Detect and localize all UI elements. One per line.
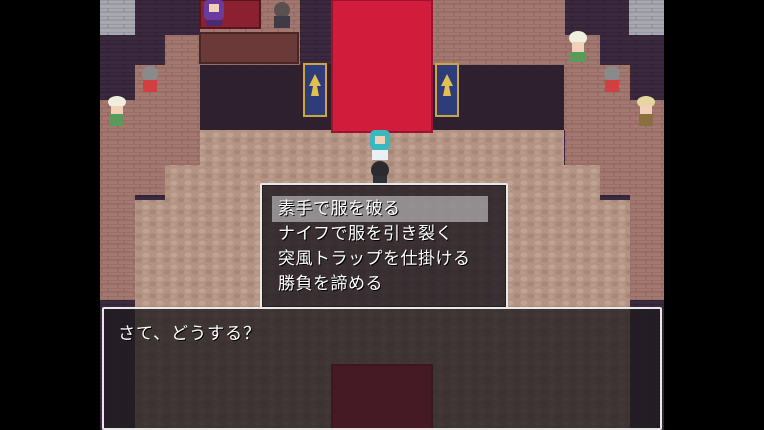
choice-rip-clothes-knife[interactable]: ナイフで服を引き裂く <box>272 221 453 247</box>
red-carpet <box>331 0 433 133</box>
npc-gray-haired-villager <box>142 66 158 92</box>
gray-stone-right <box>629 0 664 35</box>
throne-table <box>199 32 299 64</box>
npc-purple-haired-girl <box>204 0 224 26</box>
choice-tear-clothes-barehanded[interactable]: 素手で服を破る <box>272 196 488 222</box>
npc-gray-haired-villager <box>604 66 620 92</box>
gray-stone-left <box>100 0 135 35</box>
game-screen: 素手で服を破る ナイフで服を引き裂く 突風トラップを仕掛ける 勝負を諦める さて… <box>100 0 664 430</box>
npc-teal-haired-girl <box>370 130 390 160</box>
banner-left <box>303 63 327 117</box>
npc-dark-haired-guard <box>274 2 290 28</box>
message-window[interactable]: さて、どうする？ <box>102 307 662 430</box>
banner-right <box>435 63 459 117</box>
choice-menu: 素手で服を破る ナイフで服を引き裂く 突風トラップを仕掛ける 勝負を諦める <box>260 183 508 309</box>
message-text: さて、どうする？ <box>118 324 262 344</box>
choice-give-up[interactable]: 勝負を諦める <box>272 271 383 297</box>
choice-set-gust-trap[interactable]: 突風トラップを仕掛ける <box>272 246 471 272</box>
